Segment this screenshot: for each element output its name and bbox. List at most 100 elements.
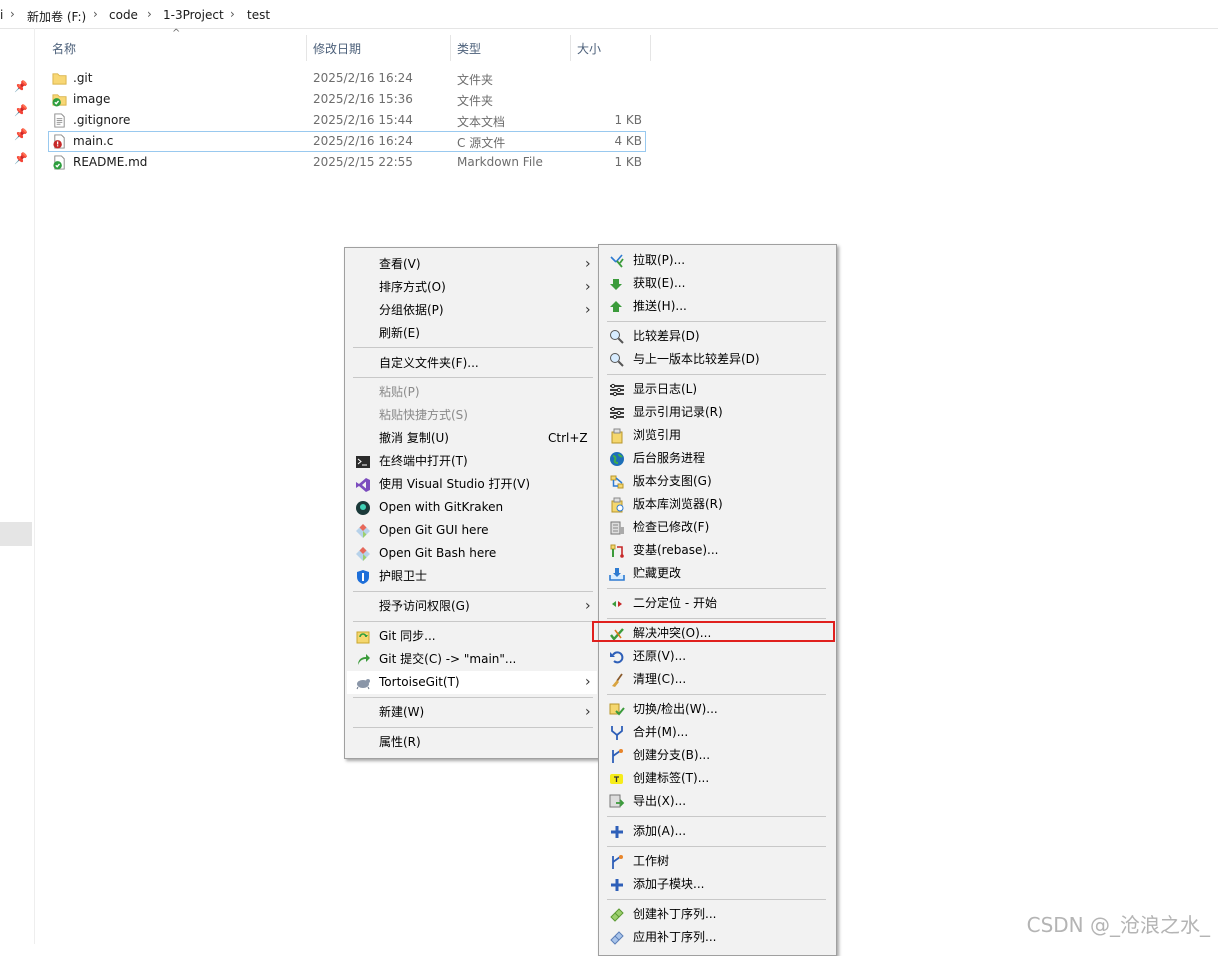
- menu-item-check-modifications[interactable]: 检查已修改(F): [601, 516, 834, 539]
- menu-item-git-gui[interactable]: Open Git GUI here: [347, 519, 597, 542]
- menu-item-browse-references[interactable]: 浏览引用: [601, 424, 834, 447]
- menu-item-git-sync[interactable]: Git 同步...: [347, 625, 597, 648]
- menu-item-reflog[interactable]: 显示引用记录(R): [601, 401, 834, 424]
- column-header-type[interactable]: 类型: [451, 39, 570, 63]
- menu-item-export[interactable]: 导出(X)...: [601, 790, 834, 813]
- menu-item-view[interactable]: 查看(V) ›: [347, 253, 597, 276]
- plus-icon: [611, 826, 623, 838]
- menu-item-create-patch[interactable]: 创建补丁序列...: [601, 903, 834, 926]
- file-row-selected[interactable]: main.c 2025/2/16 16:24 C 源文件 4 KB: [48, 131, 646, 152]
- menu-item-repo-browser[interactable]: 版本库浏览器(R): [601, 493, 834, 516]
- menu-item-pull[interactable]: 拉取(P)...: [601, 249, 834, 272]
- file-name: .git: [73, 71, 93, 85]
- menu-item-rebase[interactable]: 变基(rebase)...: [601, 539, 834, 562]
- submenu-arrow-icon: ›: [585, 302, 591, 318]
- menu-item-fetch[interactable]: 获取(E)...: [601, 272, 834, 295]
- menu-item-add-submodule[interactable]: 添加子模块...: [601, 873, 834, 896]
- column-header-size[interactable]: 大小: [571, 39, 650, 63]
- branch-icon: [612, 749, 623, 763]
- pin-icon[interactable]: 📌: [14, 80, 28, 94]
- shortcut-text: Ctrl+Z: [548, 431, 588, 445]
- menu-item-revert[interactable]: 还原(V)...: [601, 645, 834, 668]
- pin-icon[interactable]: 📌: [14, 104, 28, 118]
- menu-item-new[interactable]: 新建(W) ›: [347, 701, 597, 724]
- file-row[interactable]: image 2025/2/16 15:36 文件夹: [48, 89, 646, 110]
- git-commit-icon: [358, 654, 370, 665]
- file-type: C 源文件: [457, 136, 506, 150]
- file-name: .gitignore: [73, 113, 131, 127]
- breadcrumb-test[interactable]: test: [247, 8, 270, 22]
- menu-item-paste-shortcut[interactable]: 粘贴快捷方式(S): [347, 404, 597, 427]
- switch-icon: [609, 703, 625, 716]
- menu-item-group-by[interactable]: 分组依据(P) ›: [347, 299, 597, 322]
- file-modified: 2025/2/15 22:55: [313, 155, 413, 169]
- menu-item-sort-by[interactable]: 排序方式(O) ›: [347, 276, 597, 299]
- file-row[interactable]: .gitignore 2025/2/16 15:44 文本文档 1 KB: [48, 110, 646, 131]
- menu-item-worktree[interactable]: 工作树: [601, 850, 834, 873]
- breadcrumb-code[interactable]: code: [109, 8, 138, 22]
- fetch-icon: [610, 279, 622, 290]
- file-modified: 2025/2/16 15:44: [313, 113, 413, 127]
- menu-item-open-terminal[interactable]: 在终端中打开(T): [347, 450, 597, 473]
- pin-icon[interactable]: 📌: [14, 152, 28, 166]
- menu-item-paste[interactable]: 粘贴(P): [347, 381, 597, 404]
- file-row[interactable]: README.md 2025/2/15 22:55 Markdown File …: [48, 152, 646, 173]
- menu-separator: [607, 321, 826, 322]
- menu-item-tortoisegit[interactable]: TortoiseGit(T) ›: [347, 671, 597, 694]
- menu-item-diff[interactable]: 比较差异(D): [601, 325, 834, 348]
- address-bar[interactable]: i › 新加卷 (F:) › code › 1-3Project › test: [0, 0, 1218, 29]
- column-divider[interactable]: [650, 35, 651, 61]
- menu-item-revision-graph[interactable]: 版本分支图(G): [601, 470, 834, 493]
- menu-item-git-commit[interactable]: Git 提交(C) -> "main"...: [347, 648, 597, 671]
- file-name: main.c: [73, 134, 114, 148]
- menu-item-switch-checkout[interactable]: 切换/检出(W)...: [601, 698, 834, 721]
- submenu-arrow-icon: ›: [585, 256, 591, 272]
- menu-item-undo-copy[interactable]: 撤消 复制(U) Ctrl+Z: [347, 427, 597, 450]
- git-sync-icon: [356, 631, 370, 644]
- file-size: 1 KB: [614, 113, 642, 127]
- menu-item-add[interactable]: 添加(A)...: [601, 820, 834, 843]
- pin-icon[interactable]: 📌: [14, 128, 28, 142]
- menu-item-git-bash[interactable]: Open Git Bash here: [347, 542, 597, 565]
- revision-graph-icon: [610, 475, 624, 489]
- file-modified: 2025/2/16 15:36: [313, 92, 413, 106]
- nav-selected-item[interactable]: [0, 522, 32, 546]
- menu-item-eye-guard[interactable]: 护眼卫士: [347, 565, 597, 588]
- menu-item-open-visual-studio[interactable]: 使用 Visual Studio 打开(V): [347, 473, 597, 496]
- breadcrumb-project[interactable]: 1-3Project: [163, 8, 224, 22]
- file-type: 文件夹: [457, 94, 494, 108]
- menu-item-stash[interactable]: 贮藏更改: [601, 562, 834, 585]
- folder-icon: [52, 73, 67, 85]
- tortoisegit-icon: [356, 679, 370, 690]
- menu-item-create-tag[interactable]: 创建标签(T)...: [601, 767, 834, 790]
- breadcrumb-chevron-icon: ›: [10, 7, 15, 21]
- menu-item-daemon[interactable]: 后台服务进程: [601, 447, 834, 470]
- menu-item-give-access[interactable]: 授予访问权限(G) ›: [347, 595, 597, 618]
- menu-item-show-log[interactable]: 显示日志(L): [601, 378, 834, 401]
- navigation-pane: 📌 📌 📌 📌: [0, 28, 35, 944]
- menu-item-apply-patch[interactable]: 应用补丁序列...: [601, 926, 834, 949]
- menu-item-bisect-start[interactable]: 二分定位 - 开始: [601, 592, 834, 615]
- file-row[interactable]: .git 2025/2/16 16:24 文件夹: [48, 68, 646, 89]
- globe-icon: [610, 452, 624, 466]
- pull-icon: [610, 254, 624, 268]
- file-name: image: [73, 92, 111, 106]
- menu-separator: [607, 588, 826, 589]
- submenu-arrow-icon: ›: [585, 598, 591, 614]
- highlight-box: [592, 621, 835, 642]
- breadcrumb-drive[interactable]: 新加卷 (F:): [27, 8, 86, 25]
- merge-icon: [611, 726, 623, 740]
- breadcrumb-chevron-icon: ›: [230, 7, 235, 21]
- column-header-modified[interactable]: 修改日期: [307, 39, 450, 63]
- column-header-name[interactable]: 名称: [46, 39, 306, 63]
- menu-item-cleanup[interactable]: 清理(C)...: [601, 668, 834, 691]
- log-icon: [610, 383, 624, 397]
- menu-item-properties[interactable]: 属性(R): [347, 731, 597, 754]
- menu-item-open-gitkraken[interactable]: Open with GitKraken: [347, 496, 597, 519]
- menu-item-customize-folder[interactable]: 自定义文件夹(F)...: [347, 352, 597, 375]
- menu-item-merge[interactable]: 合并(M)...: [601, 721, 834, 744]
- menu-item-push[interactable]: 推送(H)...: [601, 295, 834, 318]
- menu-item-create-branch[interactable]: 创建分支(B)...: [601, 744, 834, 767]
- menu-item-diff-previous[interactable]: 与上一版本比较差异(D): [601, 348, 834, 371]
- menu-item-refresh[interactable]: 刷新(E): [347, 322, 597, 345]
